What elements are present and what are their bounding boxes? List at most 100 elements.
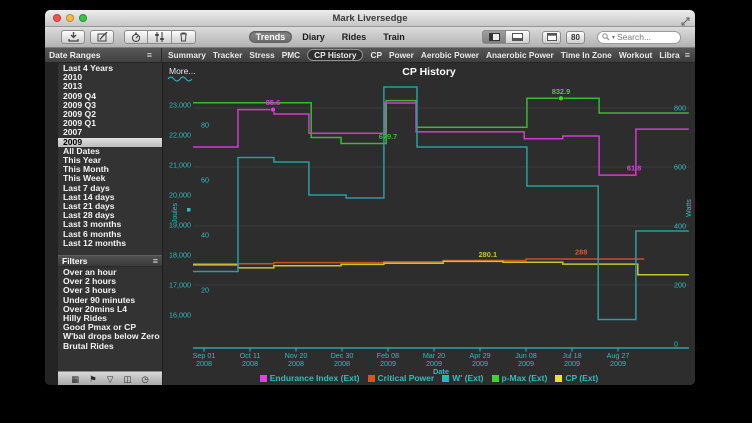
tab-aerobic-power[interactable]: Aerobic Power bbox=[421, 50, 479, 60]
window-title: Mark Liversedge bbox=[45, 13, 695, 24]
x-tick-label: 2009 bbox=[564, 359, 580, 368]
layout-group: 80 bbox=[542, 31, 585, 44]
tiled-view-button[interactable] bbox=[542, 31, 561, 44]
legend-label: Endurance Index (Ext) bbox=[270, 373, 360, 383]
legend-label: p-Max (Ext) bbox=[502, 373, 548, 383]
search-input[interactable] bbox=[617, 32, 671, 42]
inner-axis-tick: 80 bbox=[201, 121, 209, 130]
bookmark-icon[interactable]: ⚑ bbox=[89, 375, 97, 383]
trash-button[interactable] bbox=[172, 30, 196, 44]
filter-icon[interactable]: ▽ bbox=[107, 375, 114, 383]
stopwatch-button[interactable] bbox=[124, 30, 148, 44]
legend-label: CP (Ext) bbox=[565, 373, 598, 383]
cp-history-plot: Sep 012008Oct 112008Nov 202008Dec 302008… bbox=[163, 63, 695, 385]
chart-legend: Endurance Index (Ext) Critical Power W' (E… bbox=[163, 373, 695, 383]
x-tick-label: 2008 bbox=[334, 359, 350, 368]
x-tick-label: 2008 bbox=[196, 359, 212, 368]
view-segment-rides[interactable]: Rides bbox=[335, 31, 374, 43]
tab-cp-history[interactable]: CP History bbox=[307, 49, 363, 61]
search-field[interactable]: ▾ bbox=[597, 31, 681, 44]
left-axis-tick: 21,000 bbox=[169, 161, 191, 170]
x-tick-label: 2009 bbox=[518, 359, 534, 368]
data-label: 832.9 bbox=[552, 87, 571, 96]
filters-header[interactable]: Filters ≡ bbox=[58, 255, 162, 267]
inner-axis-tick: 20 bbox=[201, 286, 209, 295]
tab-pmc[interactable]: PMC bbox=[282, 50, 300, 60]
tab-tracker[interactable]: Tracker bbox=[213, 50, 243, 60]
ride-tools-group bbox=[124, 30, 196, 44]
x-tick-label: 2009 bbox=[472, 359, 488, 368]
app-window: Mark Liversedge bbox=[45, 10, 695, 385]
tabbar-menu-icon[interactable]: ≡ bbox=[680, 48, 695, 62]
toggle-left-sidebar-button[interactable] bbox=[482, 30, 506, 44]
right-axis-tick: 200 bbox=[674, 281, 686, 290]
legend-swatch bbox=[368, 375, 375, 382]
left-axis-tick: 17,000 bbox=[169, 281, 191, 290]
chart-panel: More... CP History Sep 012008Oct 112008N… bbox=[162, 63, 695, 385]
sidebar-inner: Last 4 Years201020132009 Q42009 Q32009 Q… bbox=[58, 63, 162, 385]
right-axis-tick: 600 bbox=[674, 163, 686, 172]
data-label: 280.1 bbox=[479, 250, 498, 259]
sidebar-toggle-group bbox=[482, 30, 530, 44]
chart-icon[interactable]: ◫ bbox=[123, 375, 131, 383]
legend-label: Critical Power bbox=[378, 373, 435, 383]
filters-menu-icon[interactable]: ≡ bbox=[153, 256, 158, 266]
data-point-dot bbox=[559, 96, 564, 101]
sidebar-bottom-toolbar: ▦ ⚑ ▽ ◫ ◷ bbox=[58, 371, 162, 385]
left-axis-title: Joules bbox=[172, 202, 179, 223]
x-tick-label: 2009 bbox=[380, 359, 396, 368]
right-axis-tick: 800 bbox=[674, 104, 686, 113]
sidebar: Last 4 Years201020132009 Q42009 Q32009 Q… bbox=[45, 63, 162, 385]
toggle-bottom-bar-button[interactable] bbox=[506, 30, 530, 44]
filter-item[interactable]: Brutal Rides bbox=[58, 342, 162, 351]
data-label: 679.7 bbox=[379, 132, 398, 141]
tab-power[interactable]: Power bbox=[389, 50, 414, 60]
tab-cp[interactable]: CP bbox=[370, 50, 382, 60]
left-axis-tick: 18,000 bbox=[169, 251, 191, 260]
tab-summary[interactable]: Summary bbox=[168, 50, 206, 60]
search-scope-dropdown-icon[interactable]: ▾ bbox=[612, 34, 615, 41]
fullscreen-icon[interactable] bbox=[681, 13, 690, 31]
x-tick-label: 2008 bbox=[242, 359, 258, 368]
date-ranges-header[interactable]: Date Ranges ≡ bbox=[45, 48, 162, 62]
data-label: 288 bbox=[575, 248, 587, 257]
legend-label: W' (Ext) bbox=[452, 373, 483, 383]
view-segment-trends[interactable]: Trends bbox=[249, 31, 293, 43]
tab-time-in-zone[interactable]: Time In Zone bbox=[561, 50, 612, 60]
date-ranges-title: Date Ranges bbox=[49, 50, 101, 60]
date-range-item[interactable]: Last 12 months bbox=[58, 239, 162, 248]
import-button[interactable] bbox=[61, 30, 85, 44]
view-segmented-control: TrendsDiaryRidesTrain bbox=[249, 31, 412, 43]
x-tick-label: 2008 bbox=[288, 359, 304, 368]
date-ranges-menu-icon[interactable]: ≡ bbox=[142, 50, 157, 60]
left-axis-tick: 23,000 bbox=[169, 101, 191, 110]
view-segment-diary[interactable]: Diary bbox=[295, 31, 332, 43]
left-axis-tick: 16,000 bbox=[169, 311, 191, 320]
legend-item: p-Max (Ext) bbox=[492, 373, 548, 383]
legend-item: Endurance Index (Ext) bbox=[260, 373, 360, 383]
more-link[interactable]: More... bbox=[169, 66, 195, 76]
left-axis-tick: 22,000 bbox=[169, 131, 191, 140]
legend-item: Critical Power bbox=[368, 373, 435, 383]
clock-icon[interactable]: ◷ bbox=[141, 375, 148, 383]
chart-tabs: Summary Tracker Stress PMC CP History CP Power… bbox=[162, 48, 680, 62]
toolbar: TrendsDiaryRidesTrain 80 bbox=[45, 27, 695, 48]
sliders-button[interactable] bbox=[148, 30, 172, 44]
compose-button[interactable] bbox=[90, 30, 114, 44]
legend-swatch bbox=[492, 375, 499, 382]
tab-library[interactable]: Library bbox=[659, 50, 679, 60]
data-label: 61.8 bbox=[627, 164, 641, 173]
titlebar[interactable]: Mark Liversedge bbox=[45, 10, 695, 27]
zoom-level-button[interactable]: 80 bbox=[566, 31, 585, 44]
tab-workout[interactable]: Workout bbox=[619, 50, 653, 60]
data-label: 85.6 bbox=[266, 98, 280, 107]
x-tick-label: 2009 bbox=[610, 359, 626, 368]
view-segment-train[interactable]: Train bbox=[376, 31, 412, 43]
inner-axis-tick: 60 bbox=[201, 176, 209, 185]
right-axis-tick: 400 bbox=[674, 222, 686, 231]
tab-stress[interactable]: Stress bbox=[249, 50, 274, 60]
calendar-icon[interactable]: ▦ bbox=[71, 375, 79, 383]
legend-swatch bbox=[442, 375, 449, 382]
tab-anaerobic-power[interactable]: Anaerobic Power bbox=[486, 50, 554, 60]
zoom-level-label: 80 bbox=[571, 33, 580, 42]
